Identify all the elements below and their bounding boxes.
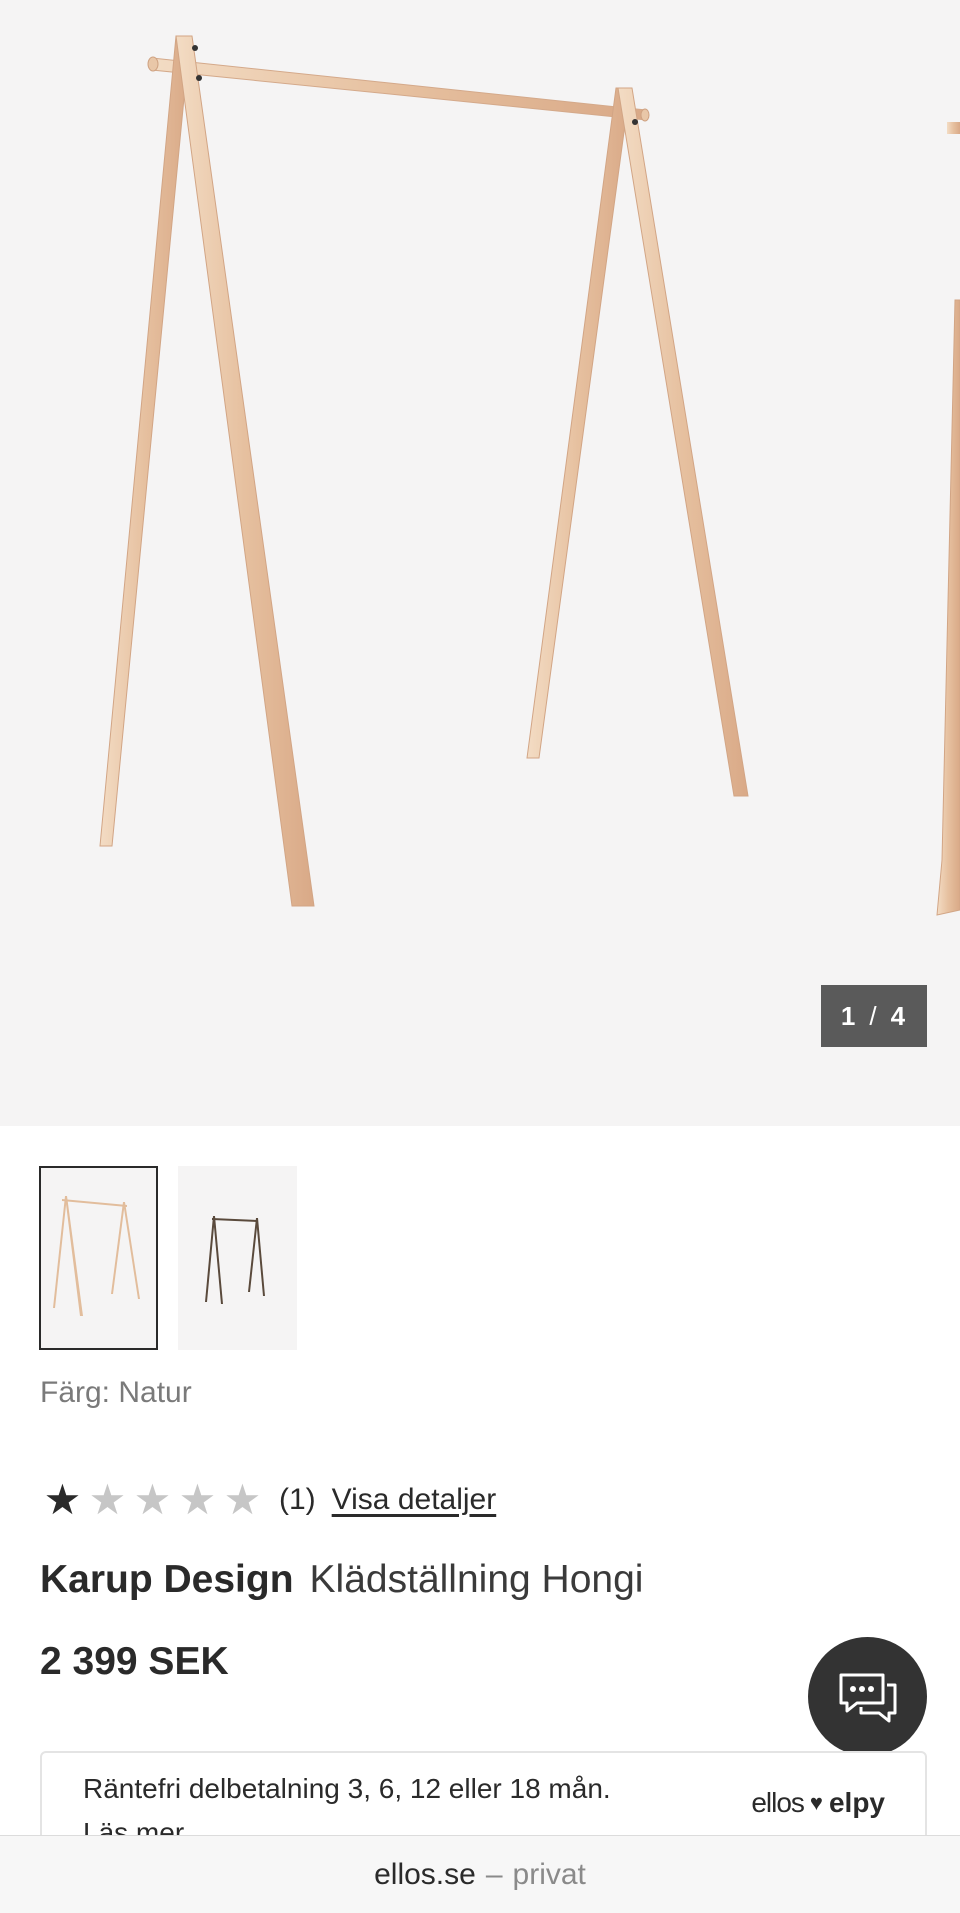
- star-empty-icon: ★: [223, 1476, 262, 1523]
- counter-total: 4: [890, 1000, 908, 1031]
- product-image: [99, 35, 960, 916]
- chat-button[interactable]: [808, 1637, 927, 1756]
- star-filled-icon: ★: [43, 1476, 82, 1523]
- logo-ellos-text: ellos: [751, 1787, 805, 1818]
- chat-icon: [839, 1673, 896, 1722]
- product-image-gallery[interactable]: 1 / 4: [0, 0, 960, 1126]
- brand-name: Karup Design: [40, 1558, 294, 1601]
- site-domain: ellos.se: [374, 1857, 476, 1891]
- image-counter: 1 / 4: [821, 985, 927, 1047]
- thumbnail-natur[interactable]: [39, 1166, 158, 1350]
- installment-text: Räntefri delbetalning 3, 6, 12 eller 18 …: [83, 1773, 611, 1804]
- product-price: 2 399 SEK: [40, 1640, 229, 1683]
- rating-row: ★ ★ ★ ★ ★ (1) Visa detaljer: [40, 1476, 497, 1523]
- product-name: Klädställning Hongi: [309, 1558, 644, 1601]
- thumbnail-image: [205, 1216, 265, 1304]
- rating-details-link[interactable]: Visa detaljer: [332, 1483, 497, 1517]
- star-empty-icon: ★: [88, 1476, 127, 1523]
- thumbnail-image: [53, 1196, 140, 1316]
- logo-elpy-text: elpy: [828, 1787, 885, 1818]
- counter-current: 1: [840, 1000, 858, 1031]
- rating-count: (1): [279, 1483, 316, 1516]
- browser-address-bar[interactable]: ellos.se – privat: [0, 1835, 960, 1913]
- address-separator: –: [485, 1857, 503, 1891]
- ellos-elpy-logo: ellos ♥ elpy: [751, 1787, 885, 1819]
- heart-icon: ♥: [809, 1790, 823, 1815]
- counter-separator: /: [869, 1000, 879, 1031]
- product-title: Karup Design Klädställning Hongi: [40, 1558, 643, 1602]
- site-mode: privat: [512, 1857, 586, 1891]
- star-empty-icon: ★: [178, 1476, 217, 1523]
- thumbnail-dark[interactable]: [178, 1166, 297, 1350]
- star-empty-icon: ★: [133, 1476, 172, 1523]
- color-label: Färg: Natur: [40, 1376, 192, 1409]
